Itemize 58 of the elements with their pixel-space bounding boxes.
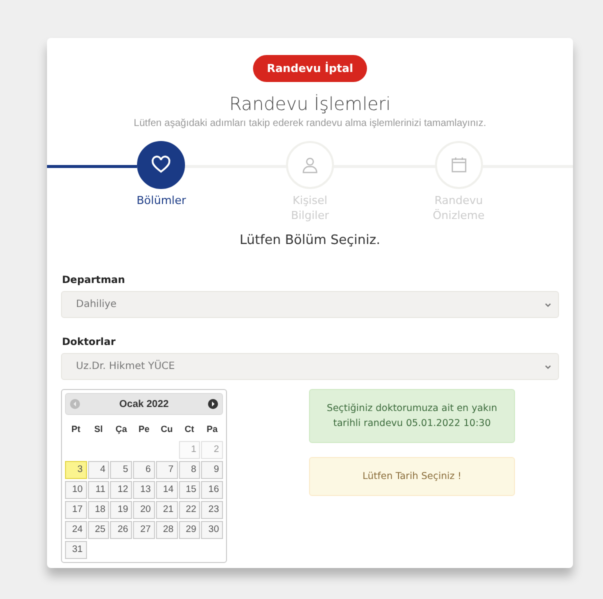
calendar-day[interactable]: 15 (178, 481, 200, 499)
chevron-down-icon (544, 362, 552, 370)
page-title: Randevu İşlemleri (229, 94, 391, 115)
weekday-label: Pa (206, 423, 219, 436)
calendar-day[interactable]: 8 (178, 461, 200, 479)
calendar-day[interactable]: 25 (88, 521, 110, 539)
dropdown-field[interactable]: Dahiliye (61, 291, 559, 318)
date-warning-alert: Lütfen Tarih Seçiniz ! (309, 457, 515, 496)
weekday-label: Sl (93, 423, 104, 436)
cancel-appointment-button[interactable]: Randevu İptal (252, 55, 368, 82)
calendar-day: 2 (201, 441, 223, 459)
calendar-day[interactable]: 9 (201, 461, 223, 479)
calendar-day[interactable]: 7 (156, 461, 178, 479)
heart-icon (151, 155, 172, 175)
calendar-day: 1 (178, 441, 200, 459)
calendar-day[interactable]: 29 (178, 521, 200, 539)
weekday-label: Pt (70, 423, 82, 436)
calendar-day[interactable]: 31 (65, 541, 87, 559)
weekday-label: Pe (137, 423, 150, 436)
calendar-day[interactable]: 6 (133, 461, 155, 479)
person-icon (300, 155, 320, 175)
calendar-day[interactable]: 30 (201, 521, 223, 539)
calendar-day[interactable]: 21 (156, 501, 178, 519)
calendar-day[interactable]: 23 (201, 501, 223, 519)
weekday-label: Ct (184, 423, 196, 436)
instruction-text: Lütfen Bölüm Seçiniz. (240, 233, 380, 248)
weekday-label: Ça (114, 423, 128, 436)
page-subtitle: Lütfen aşağıdaki adımları takip ederek randevu alma işlemlerinizi tamamlayınız. (134, 118, 486, 129)
chevron-down-icon (544, 300, 552, 308)
calendar-day[interactable]: 19 (110, 501, 132, 519)
calendar-day[interactable]: 5 (110, 461, 132, 479)
calendar-day[interactable]: 16 (201, 481, 223, 499)
calendar-day[interactable]: 4 (88, 461, 110, 479)
calendar-day[interactable]: 27 (133, 521, 155, 539)
appointment-info-alert: Seçtiğiniz doktorumuza ait en yakın tarihli randevu 05.01.2022 10:30 (309, 389, 515, 443)
field-label: Departman (62, 275, 125, 286)
calendar-day[interactable]: 24 (65, 521, 87, 539)
month-title: Ocak 2022 (119, 398, 169, 410)
calendar-day[interactable]: 13 (133, 481, 155, 499)
calendar-day[interactable]: 18 (88, 501, 110, 519)
calendar-day[interactable]: 3 (65, 461, 87, 479)
next-icon[interactable] (208, 399, 218, 409)
calendar-icon (448, 155, 469, 175)
step-circle[interactable] (137, 141, 186, 189)
calendar-day[interactable]: 12 (110, 481, 132, 499)
calendar-day[interactable]: 17 (65, 501, 87, 519)
calendar-day[interactable]: 11 (88, 481, 110, 499)
step-label: Bölümler (136, 193, 186, 208)
calendar-day[interactable]: 20 (133, 501, 155, 519)
calendar-day[interactable]: 10 (65, 481, 87, 499)
weekday-label: Cu (160, 423, 174, 436)
calendar-day[interactable]: 26 (110, 521, 132, 539)
previous-icon[interactable] (70, 399, 80, 409)
calendar-day[interactable]: 14 (156, 481, 178, 499)
field-label: Doktorlar (62, 337, 116, 348)
calendar-day[interactable]: 22 (178, 501, 200, 519)
calendar-day[interactable]: 28 (156, 521, 178, 539)
dropdown-field[interactable]: Uz.Dr. Hikmet YÜCE (61, 353, 559, 380)
